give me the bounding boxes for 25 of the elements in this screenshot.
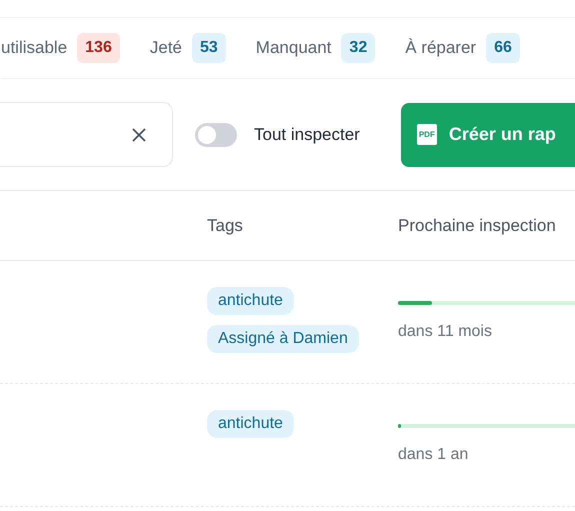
next-inspection-text: dans 1 an — [398, 446, 470, 464]
create-report-button[interactable]: PDF Créer un rap — [400, 102, 575, 166]
tag-chip: antichute — [207, 287, 294, 315]
status-tab[interactable]: Manquant 32 — [256, 33, 376, 63]
status-tab[interactable]: À réparer 66 — [405, 33, 520, 63]
count-badge: 32 — [341, 33, 376, 63]
status-tab[interactable]: Jeté 53 — [150, 33, 226, 63]
tab-label: Manquant — [256, 38, 332, 58]
tab-label: Jeté — [150, 38, 182, 58]
search-field[interactable] — [0, 102, 173, 167]
column-header: Tags — [206, 216, 244, 236]
column-header: Prochaine inspection — [397, 216, 557, 236]
tab-label: À réparer — [405, 38, 476, 58]
next-inspection-text: dans 11 mois — [398, 323, 493, 341]
count-badge: 136 — [77, 33, 120, 63]
toggle-switch[interactable] — [195, 122, 237, 146]
count-badge: 53 — [192, 33, 226, 63]
pdf-file-icon: PDF — [416, 124, 437, 145]
status-tab[interactable]: utilisable 136 — [1, 33, 120, 63]
count-badge: 66 — [486, 33, 520, 63]
toggle-label: Tout inspecter — [254, 124, 360, 144]
tab-label: utilisable — [1, 38, 68, 58]
tag-chip: Assigné à Damien — [207, 325, 359, 353]
tag-chip: antichute — [207, 410, 294, 438]
close-icon[interactable] — [132, 128, 146, 142]
